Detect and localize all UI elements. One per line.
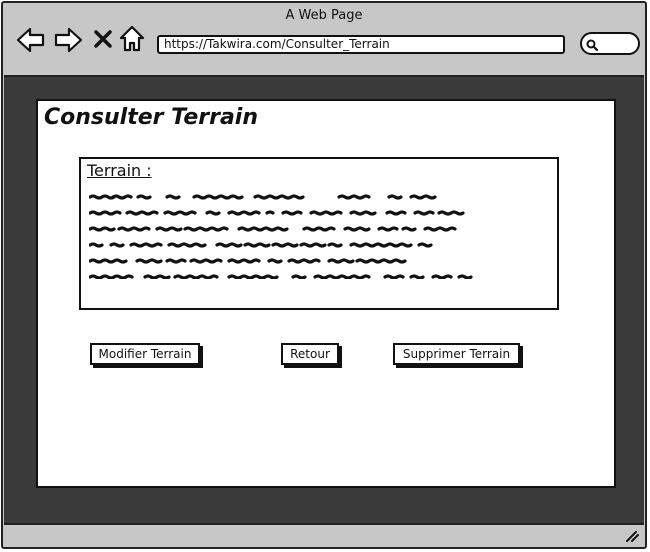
status-bar (4, 525, 644, 547)
forward-arrow-icon[interactable] (53, 27, 83, 53)
search-icon (586, 39, 599, 52)
close-icon[interactable] (93, 29, 113, 49)
page-title: Consulter Terrain (44, 105, 259, 130)
page-canvas: Consulter Terrain Terrain : Modifier Ter… (36, 99, 616, 488)
back-arrow-icon[interactable] (16, 27, 46, 53)
panel-label: Terrain : (87, 161, 152, 180)
home-icon[interactable] (119, 25, 145, 53)
search-field[interactable] (580, 32, 640, 55)
address-bar[interactable]: https://Takwira.com/Consulter_Terrain (157, 35, 565, 54)
browser-window: A Web Page https://Takwira.com/Consulter… (1, 1, 647, 549)
terrain-details-panel: Terrain : (79, 157, 559, 310)
resize-handle-icon[interactable] (624, 529, 640, 543)
delete-terrain-button[interactable]: Supprimer Terrain (393, 343, 520, 365)
placeholder-text-block (89, 194, 473, 279)
window-title: A Web Page (285, 8, 363, 23)
modify-terrain-button[interactable]: Modifier Terrain (90, 343, 200, 365)
back-button[interactable]: Retour (281, 343, 339, 365)
